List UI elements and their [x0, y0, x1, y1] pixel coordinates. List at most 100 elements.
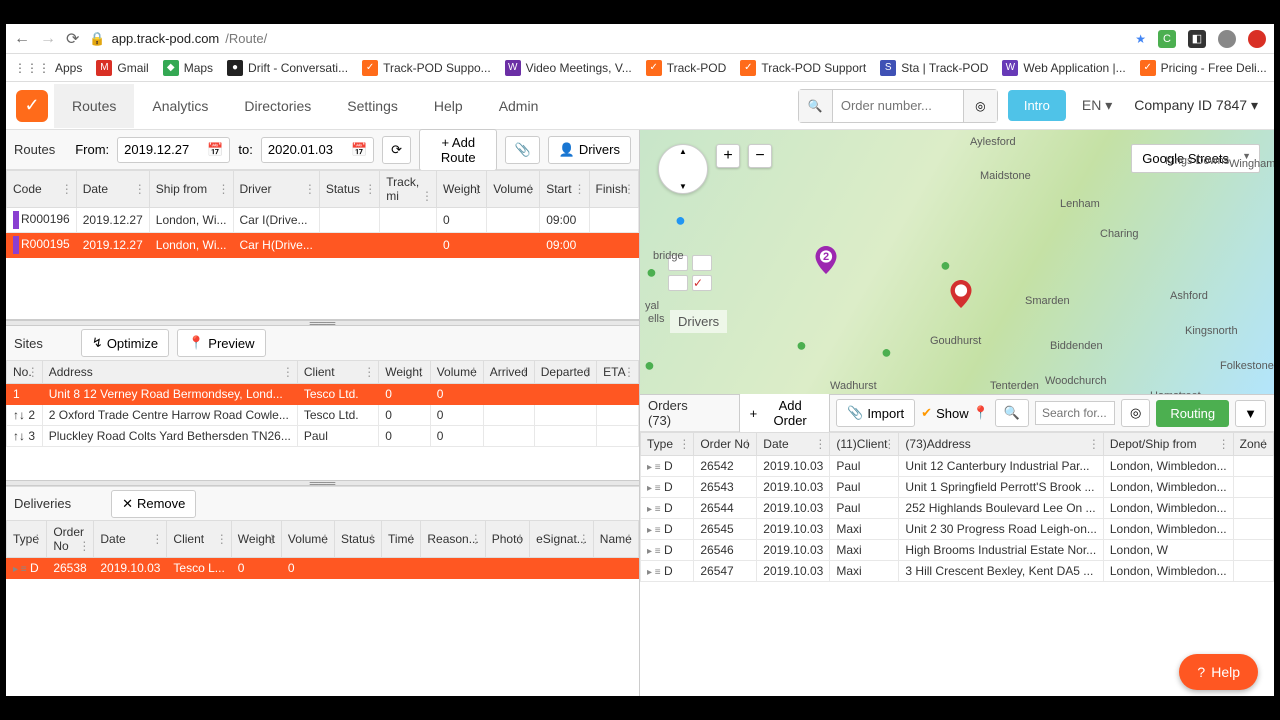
avatar-icon[interactable]: [1218, 30, 1236, 48]
sites-table: No.AddressClientWeightVolumeArrivedDepar…: [6, 360, 639, 447]
help-fab-button[interactable]: ? Help: [1179, 654, 1258, 690]
table-row[interactable]: R0001962019.12.27London, Wi...Car I(Driv…: [7, 208, 639, 233]
from-date-input[interactable]: 2019.12.27📅: [117, 137, 230, 163]
map-place-label: Woodchurch: [1045, 375, 1107, 387]
table-row[interactable]: ↑↓ 3Pluckley Road Colts Yard Bethersden …: [7, 426, 639, 447]
map-place-label: Wadhurst: [830, 380, 877, 392]
sites-title: Sites: [14, 336, 43, 351]
zoom-in-button[interactable]: +: [716, 144, 740, 168]
orders-toolbar: Orders (73) + Add Order 📎 Import ✔Show📍 …: [640, 394, 1274, 432]
map-place-label: bridge: [653, 250, 684, 262]
orders-table: TypeOrder NoDate(11)Client(73)AddressDep…: [640, 432, 1274, 582]
orders-title: Orders (73): [648, 398, 713, 428]
routes-table: CodeDateShip fromDriverStatusTrack, miWe…: [6, 170, 639, 258]
attach-button[interactable]: 📎: [505, 136, 539, 164]
map-place-label: Aylesford: [970, 136, 1016, 148]
tab-routes[interactable]: Routes: [54, 84, 134, 128]
bookmark[interactable]: MGmail: [96, 60, 148, 76]
bookmark[interactable]: ✓Track-POD: [646, 60, 727, 76]
table-row[interactable]: ▸ ≡ D265462019.10.03MaxiHigh Brooms Indu…: [641, 540, 1274, 561]
app-logo-icon[interactable]: ✓: [16, 90, 48, 122]
bookmarks-bar: ⋮⋮⋮Apps MGmail ◆Maps ●Drift - Conversati…: [6, 54, 1274, 82]
table-row[interactable]: ▸ ≡ D265432019.10.03PaulUnit 1 Springfie…: [641, 477, 1274, 498]
bookmark[interactable]: ✓Pricing - Free Deli...: [1140, 60, 1267, 76]
ext-icon[interactable]: C: [1158, 30, 1176, 48]
search-orders-icon[interactable]: 🔍: [995, 399, 1029, 427]
orders-search-input[interactable]: [1035, 401, 1115, 425]
star-icon[interactable]: ★: [1135, 32, 1146, 46]
search-target-icon[interactable]: ◎: [963, 90, 997, 122]
forward-icon[interactable]: →: [40, 30, 56, 48]
add-route-button[interactable]: + Add Route: [419, 129, 497, 171]
drivers-button[interactable]: 👤 Drivers: [548, 136, 631, 164]
map-marker-icon[interactable]: ●: [940, 255, 951, 276]
tab-admin[interactable]: Admin: [481, 84, 557, 128]
map-place-label: Folkestone: [1220, 360, 1274, 372]
order-search[interactable]: 🔍 ◎: [798, 89, 998, 123]
tab-analytics[interactable]: Analytics: [134, 84, 226, 128]
refresh-button[interactable]: ⟳: [382, 136, 411, 164]
table-row[interactable]: ▸ ≡ D265442019.10.03Paul252 Highlands Bo…: [641, 498, 1274, 519]
table-row[interactable]: ▸ ≡ D265422019.10.03PaulUnit 12 Canterbu…: [641, 456, 1274, 477]
bookmark[interactable]: ✓Track-POD Support: [740, 60, 866, 76]
routing-button[interactable]: Routing: [1156, 400, 1229, 427]
map-pan-control[interactable]: [658, 144, 708, 194]
url-bar[interactable]: 🔒 app.track-pod.com/Route/: [89, 31, 267, 47]
bookmark[interactable]: ●Drift - Conversati...: [227, 60, 348, 76]
lock-icon: 🔒: [89, 31, 105, 47]
bookmark[interactable]: ✓Track-POD Suppo...: [362, 60, 491, 76]
table-row[interactable]: ▸ ≡ D265382019.10.03Tesco L...00: [7, 558, 639, 579]
routes-title: Routes: [14, 142, 55, 157]
ext-icon[interactable]: ◧: [1188, 30, 1206, 48]
tab-help[interactable]: Help: [416, 84, 481, 128]
deliveries-toolbar: Deliveries ✕ Remove: [6, 486, 639, 520]
bookmark[interactable]: SSta | Track-POD: [880, 60, 988, 76]
tab-directories[interactable]: Directories: [226, 84, 329, 128]
zoom-out-button[interactable]: −: [748, 144, 772, 168]
map-place-label: Goudhurst: [930, 335, 981, 347]
show-toggle[interactable]: ✔Show📍: [921, 405, 989, 421]
table-row[interactable]: ▸ ≡ D265472019.10.03Maxi3 Hill Crescent …: [641, 561, 1274, 582]
add-order-button[interactable]: + Add Order: [739, 392, 831, 434]
search-icon[interactable]: 🔍: [799, 90, 833, 122]
filter-button[interactable]: ▼: [1235, 400, 1266, 427]
map-place-label: Lenham: [1060, 198, 1100, 210]
ext-icon[interactable]: [1248, 30, 1266, 48]
sites-toolbar: Sites ↯ Optimize 📍Preview: [6, 326, 639, 360]
map-pin-icon[interactable]: 2: [815, 246, 837, 274]
preview-button[interactable]: 📍Preview: [177, 329, 265, 357]
tab-settings[interactable]: Settings: [329, 84, 416, 128]
table-row[interactable]: ▸ ≡ D265452019.10.03MaxiUnit 2 30 Progre…: [641, 519, 1274, 540]
order-search-input[interactable]: [833, 98, 963, 113]
map-marker-icon[interactable]: ●: [644, 355, 655, 376]
map[interactable]: + − ✓ Drivers Google Streets AylesfordMa…: [640, 130, 1274, 394]
back-icon[interactable]: ←: [14, 30, 30, 48]
map-place-label: Kingsnorth: [1185, 325, 1238, 337]
bookmark[interactable]: ◆Maps: [163, 60, 213, 76]
map-pin-icon[interactable]: [950, 280, 972, 308]
import-button[interactable]: 📎 Import: [836, 399, 915, 427]
table-row[interactable]: R0001952019.12.27London, Wi...Car H(Driv…: [7, 233, 639, 258]
intro-button[interactable]: Intro: [1008, 90, 1066, 121]
bookmark[interactable]: WVideo Meetings, V...: [505, 60, 632, 76]
orders-target-button[interactable]: ◎: [1121, 399, 1150, 427]
map-marker-icon[interactable]: ●: [646, 262, 657, 283]
company-select[interactable]: Company ID 7847 ▾: [1128, 97, 1264, 114]
table-row[interactable]: 1Unit 8 12 Verney Road Bermondsey, Lond.…: [7, 384, 639, 405]
map-place-label: ells: [648, 313, 665, 325]
remove-button[interactable]: ✕ Remove: [111, 490, 196, 518]
table-row[interactable]: ↑↓ 22 Oxford Trade Centre Harrow Road Co…: [7, 405, 639, 426]
bookmark[interactable]: WWeb Application |...: [1002, 60, 1125, 76]
optimize-button[interactable]: ↯ Optimize: [81, 329, 169, 357]
map-marker-icon[interactable]: ●: [881, 342, 892, 363]
reload-icon[interactable]: ⟳: [66, 29, 79, 49]
drivers-panel-label[interactable]: Drivers: [670, 310, 727, 333]
bookmark-apps[interactable]: ⋮⋮⋮Apps: [14, 61, 82, 75]
to-date-input[interactable]: 2020.01.03📅: [261, 137, 374, 163]
map-marker-icon[interactable]: ●: [675, 210, 686, 231]
language-select[interactable]: EN ▾: [1076, 97, 1118, 114]
map-place-label: Tenterden: [990, 380, 1039, 392]
map-marker-icon[interactable]: ●: [796, 335, 807, 356]
app-header: ✓ Routes Analytics Directories Settings …: [6, 82, 1274, 130]
deliveries-table: TypeOrder NoDateClientWeightVolumeStatus…: [6, 520, 639, 579]
